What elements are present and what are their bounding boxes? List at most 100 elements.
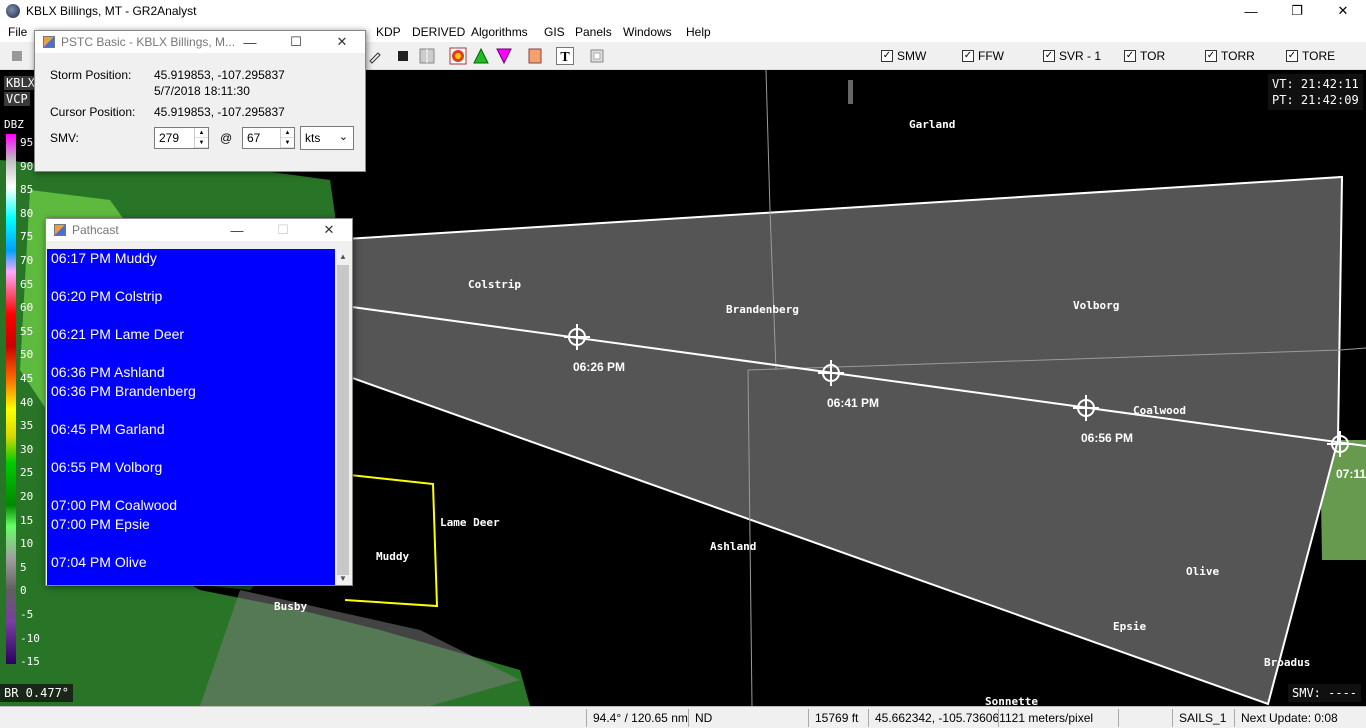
scale-tick: -15 [20,655,40,669]
scale-tick: -5 [20,608,34,621]
menu-gis[interactable]: GIS [544,25,565,39]
status-latlon: 45.662342, -105.736061 [868,709,1006,727]
pstc-close-button[interactable]: ✕ [319,31,365,53]
place-coalwood: Coalwood [1133,404,1186,417]
grid-icon[interactable] [418,47,436,65]
pstc-minimize-button[interactable]: — [227,31,273,53]
track-time-3: 06:56 PM [1081,431,1134,445]
scale-tick: 0 [20,584,27,598]
speed-value[interactable]: 67 [243,128,280,148]
units-select[interactable]: kts ⌄ [300,126,354,150]
maximize-button[interactable]: ❐ [1274,0,1320,22]
scale-tick: 20 [20,490,34,503]
minimize-button[interactable]: — [1228,0,1274,22]
pathcast-entry: 06:20 PM Colstrip [51,288,163,304]
track-time-2: 06:41 PM [827,396,880,410]
menu-help[interactable]: Help [686,25,711,39]
scale-tick: 10 [20,537,34,551]
text-tool-icon[interactable]: T [556,47,574,65]
storm-time-value: 5/7/2018 18:11:30 [154,84,250,98]
scale-tick: 45 [20,372,34,385]
toolbar-tool-icon[interactable] [8,47,26,65]
scale-tick: 75 [20,230,34,244]
pathcast-polygon[interactable] [328,175,1344,706]
process-time: PT: 21:42:09 [1272,93,1359,107]
scroll-up-arrow[interactable]: ▲ [335,249,351,263]
place-colstrip: Colstrip [468,278,521,291]
status-azimuth-range: 94.4° / 120.65 nm [586,709,688,727]
color-swatch-icon[interactable] [526,47,544,65]
menu-algorithms[interactable]: Algorithms [471,25,528,39]
place-ashland: Ashland [710,540,757,553]
warning-toggle-tor[interactable]: ✓ TOR [1124,49,1165,63]
warning-toggle-tore[interactable]: ✓ TORE [1286,49,1335,63]
svg-text:T: T [560,50,570,65]
place-sonnette: Sonnette [985,695,1038,706]
warning-toggle-smw[interactable]: ✓ SMW [881,49,926,63]
close-button[interactable]: ✕ [1320,0,1366,22]
status-height: 15769 ft [808,709,868,727]
scale-tick: 65 [20,277,34,291]
brush-icon[interactable] [366,47,384,65]
app-title: KBLX Billings, MT - GR2Analyst [26,4,197,18]
menu-file[interactable]: File [8,25,27,39]
warning-toggle-svr[interactable]: ✓ SVR - 1 [1043,49,1101,63]
warning-toggle-torr[interactable]: ✓ TORR [1205,49,1255,63]
track-time-1: 06:26 PM [573,360,626,374]
storm-position-value: 45.919853, -107.295837 [154,68,285,82]
pathcast-list[interactable]: 06:17 PM Muddy 06:20 PM Colstrip 06:21 P… [47,249,337,585]
scale-tick: 30 [20,442,34,456]
menu-panels[interactable]: Panels [575,25,612,39]
pathcast-scrollbar[interactable]: ▲ ▼ [335,249,351,585]
cursor-position-label: Cursor Position: [50,105,136,119]
place-muddy: Muddy [376,550,410,563]
app-titlebar: KBLX Billings, MT - GR2Analyst — ❐ ✕ [0,0,1366,22]
scale-tick: 85 [20,183,34,197]
scale-tick: 50 [20,348,34,362]
pstc-maximize-button[interactable]: ☐ [273,31,319,53]
vcp-label: VCP [4,92,30,106]
scale-units: DBZ [4,118,24,131]
pathcast-entry: 06:21 PM Lame Deer [51,326,185,342]
scale-tick: 15 [20,513,34,527]
scale-tick: 80 [20,206,34,220]
speed-up-arrow[interactable]: ▲ [281,128,294,138]
triangle-down-icon[interactable] [495,47,513,65]
scroll-thumb[interactable] [337,265,349,575]
smv-label: SMV: [50,131,79,145]
direction-stepper[interactable]: 279 ▲ ▼ [154,127,209,149]
scale-tick: 5 [20,560,27,574]
place-volborg: Volborg [1073,299,1120,312]
direction-value[interactable]: 279 [155,128,194,148]
direction-up-arrow[interactable]: ▲ [195,128,208,138]
at-symbol: @ [220,131,233,145]
cursor-position-value: 45.919853, -107.295837 [154,105,285,119]
track-time-4: 07:11 [1336,467,1366,481]
warning-toggle-ffw[interactable]: ✓ FFW [962,49,1004,63]
window-icon [43,36,55,48]
scale-tick: 95 [20,136,34,149]
menu-derived[interactable]: DERIVED [412,25,465,39]
pathcast-minimize-button[interactable]: — [214,219,260,241]
pathcast-titlebar[interactable]: Pathcast — ☐ ✕ [46,219,352,241]
pathcast-close-button[interactable]: ✕ [306,219,352,241]
direction-down-arrow[interactable]: ▼ [195,138,208,148]
scroll-down-arrow[interactable]: ▼ [335,571,351,585]
pathcast-entry: 06:36 PM Ashland [51,364,165,380]
frame-icon[interactable] [588,47,606,65]
pstc-titlebar[interactable]: PSTC Basic - KBLX Billings, M... — ☐ ✕ [35,31,365,53]
time-readout: VT: 21:42:11 PT: 21:42:09 [1268,74,1363,110]
speed-down-arrow[interactable]: ▼ [281,138,294,148]
scale-tick: 40 [20,395,34,409]
layer-black-icon[interactable] [394,47,412,65]
status-bar: 94.4° / 120.65 nm ND 15769 ft 45.662342,… [0,706,1366,728]
triangle-up-icon[interactable] [472,47,490,65]
speed-stepper[interactable]: 67 ▲ ▼ [242,127,295,149]
place-busby: Busby [274,600,308,613]
smv-readout: SMV: ---- [1288,684,1362,702]
storm-cell-icon[interactable] [449,47,467,65]
pathcast-maximize-button[interactable]: ☐ [260,219,306,241]
status-resolution: 121 meters/pixel [998,709,1118,727]
menu-windows[interactable]: Windows [623,25,672,39]
menu-kdp[interactable]: KDP [376,25,401,39]
